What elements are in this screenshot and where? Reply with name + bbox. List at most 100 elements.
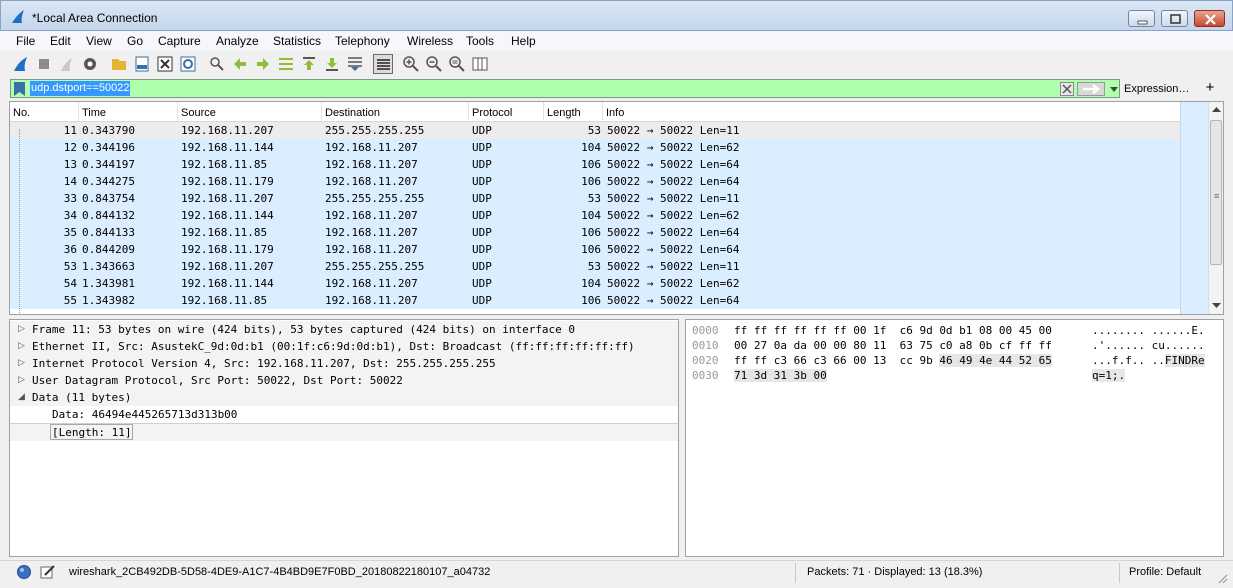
expand-arrow-icon[interactable]: ▷ [18,338,25,355]
status-profile[interactable]: Profile: Default [1129,566,1201,578]
expand-arrow-icon[interactable]: ▷ [18,321,25,338]
maximize-button[interactable] [1161,10,1188,27]
column-header-info[interactable]: Info [603,102,1208,122]
byte-row[interactable]: 0020 ff ff c3 66 c3 66 00 13 cc 9b 46 49 … [686,353,1223,368]
open-file-button[interactable] [109,54,129,74]
minimize-button[interactable] [1128,10,1155,27]
title-bar[interactable]: *Local Area Connection [0,0,1233,31]
scrollbar-thumb[interactable]: ≡ [1210,120,1222,265]
collapse-arrow-icon[interactable]: ◢ [18,389,25,406]
column-header-source[interactable]: Source [178,102,322,122]
expression-button[interactable]: Expression… [1124,83,1189,95]
last-packet-button[interactable] [322,54,342,74]
table-row[interactable]: 36 0.844209 192.168.11.179 192.168.11.207 UD… [10,241,1180,258]
table-row[interactable]: 11 0.343790 192.168.11.207 255.255.255.255 U… [10,122,1180,139]
menu-wireless[interactable]: Wireless [407,34,453,48]
cell-proto: UDP [472,158,492,171]
first-packet-button[interactable] [299,54,319,74]
packet-list[interactable]: No. Time Source Destination Protocol Len… [9,101,1224,315]
column-header-time[interactable]: Time [79,102,178,122]
packet-bytes[interactable]: 0000 ff ff ff ff ff ff 00 1f c6 9d 0d b1 … [685,319,1224,557]
reload-file-button[interactable] [178,54,198,74]
go-forward-button[interactable] [253,54,273,74]
detail-ethernet-text: Ethernet II, Src: AsustekC_9d:0d:b1 (00:… [32,340,635,353]
table-row[interactable]: 55 1.343982 192.168.11.85 192.168.11.207 UDP… [10,292,1180,309]
menu-analyze[interactable]: Analyze [216,34,259,48]
table-row[interactable]: 53 1.343663 192.168.11.207 255.255.255.255 U… [10,258,1180,275]
start-capture-button[interactable] [11,54,31,74]
save-file-button[interactable] [132,54,152,74]
byte-row[interactable]: 0030 71 3d 31 3b 00 q=1;. [686,368,1223,383]
detail-frame[interactable]: ▷ Frame 11: 53 bytes on wire (424 bits),… [10,321,678,338]
cell-time: 0.844209 [82,243,135,256]
stop-capture-button[interactable] [34,54,54,74]
table-row[interactable]: 33 0.843754 192.168.11.207 255.255.255.255 U… [10,190,1180,207]
table-row[interactable]: 12 0.344196 192.168.11.144 192.168.11.207 UD… [10,139,1180,156]
gear-icon [84,58,96,70]
add-filter-button[interactable]: + [1203,79,1217,96]
byte-hex-first: 71 3d 31 3b 00 [734,369,827,382]
menu-go[interactable]: Go [127,34,143,48]
normal-size-button[interactable] [447,54,467,74]
go-back-button[interactable] [230,54,250,74]
bookmark-icon[interactable] [14,82,25,96]
detail-data[interactable]: ◢ Data (11 bytes) [10,389,678,406]
byte-row[interactable]: 0000 ff ff ff ff ff ff 00 1f c6 9d 0d b1 … [686,323,1223,338]
find-packet-button[interactable] [207,54,227,74]
column-header-length[interactable]: Length [544,102,603,122]
detail-ip[interactable]: ▷ Internet Protocol Version 4, Src: 192.… [10,355,678,372]
detail-data-length[interactable]: [Length: 11] [10,424,678,441]
jump-icon [279,58,293,70]
cell-src: 192.168.11.179 [181,175,274,188]
capture-comment-icon[interactable] [40,564,56,580]
table-row[interactable]: 34 0.844132 192.168.11.144 192.168.11.207 UD… [10,207,1180,224]
menu-file[interactable]: File [16,34,35,48]
menu-tools[interactable]: Tools [466,34,494,48]
table-row[interactable]: 35 0.844133 192.168.11.85 192.168.11.207 UDP… [10,224,1180,241]
byte-row[interactable]: 0010 00 27 0a da 00 00 80 11 63 75 c0 a8 … [686,338,1223,353]
byte-offset: 0000 [692,324,719,337]
close-file-button[interactable] [155,54,175,74]
byte-ascii-first: q=1;. [1092,369,1126,382]
menu-statistics[interactable]: Statistics [273,34,321,48]
menu-view[interactable]: View [86,34,112,48]
expand-arrow-icon[interactable]: ▷ [18,355,25,372]
table-row[interactable]: 14 0.344275 192.168.11.179 192.168.11.207 UD… [10,173,1180,190]
packet-details[interactable]: ▷ Frame 11: 53 bytes on wire (424 bits),… [9,319,679,557]
cell-dst: 255.255.255.255 [325,260,425,273]
resize-columns-button[interactable] [470,54,490,74]
zoom-out-button[interactable] [424,54,444,74]
expand-arrow-icon[interactable]: ▷ [18,372,25,389]
menu-capture[interactable]: Capture [158,34,201,48]
apply-filter-icon[interactable] [1077,82,1105,96]
scroll-down-icon[interactable] [1212,302,1221,309]
column-header-no[interactable]: No. [10,102,79,122]
expert-info-icon[interactable] [16,564,32,580]
filter-text[interactable]: udp.dstport==50022 [30,81,131,96]
resize-grip-icon[interactable] [1216,572,1228,584]
detail-udp[interactable]: ▷ User Datagram Protocol, Src Port: 5002… [10,372,678,389]
colorize-button[interactable] [373,54,393,74]
packet-list-scrollbar[interactable]: ≡ [1208,102,1223,314]
menu-telephony[interactable]: Telephony [335,34,390,48]
menu-edit[interactable]: Edit [50,34,71,48]
chevron-down-icon[interactable] [1108,82,1120,96]
capture-options-button[interactable] [80,54,100,74]
zoom-in-button[interactable] [401,54,421,74]
display-filter-input[interactable]: udp.dstport==50022 [10,79,1120,98]
table-row[interactable]: 54 1.343981 192.168.11.144 192.168.11.207 UD… [10,275,1180,292]
column-header-destination[interactable]: Destination [322,102,469,122]
go-to-packet-button[interactable] [276,54,296,74]
scroll-up-icon[interactable] [1212,106,1221,113]
detail-ethernet[interactable]: ▷ Ethernet II, Src: AsustekC_9d:0d:b1 (0… [10,338,678,355]
clear-filter-icon[interactable] [1060,82,1074,96]
autoscroll-button[interactable] [345,54,365,74]
packet-minimap[interactable] [1180,102,1208,314]
table-row[interactable]: 13 0.344197 192.168.11.85 192.168.11.207 UDP… [10,156,1180,173]
menu-help[interactable]: Help [511,34,536,48]
close-button[interactable] [1194,10,1225,27]
column-header-protocol[interactable]: Protocol [469,102,544,122]
byte-hex-first: ff ff ff ff ff ff 00 1f [734,324,887,337]
restart-capture-button[interactable] [57,54,77,74]
detail-data-value[interactable]: Data: 46494e445265713d313b00 [10,406,678,423]
